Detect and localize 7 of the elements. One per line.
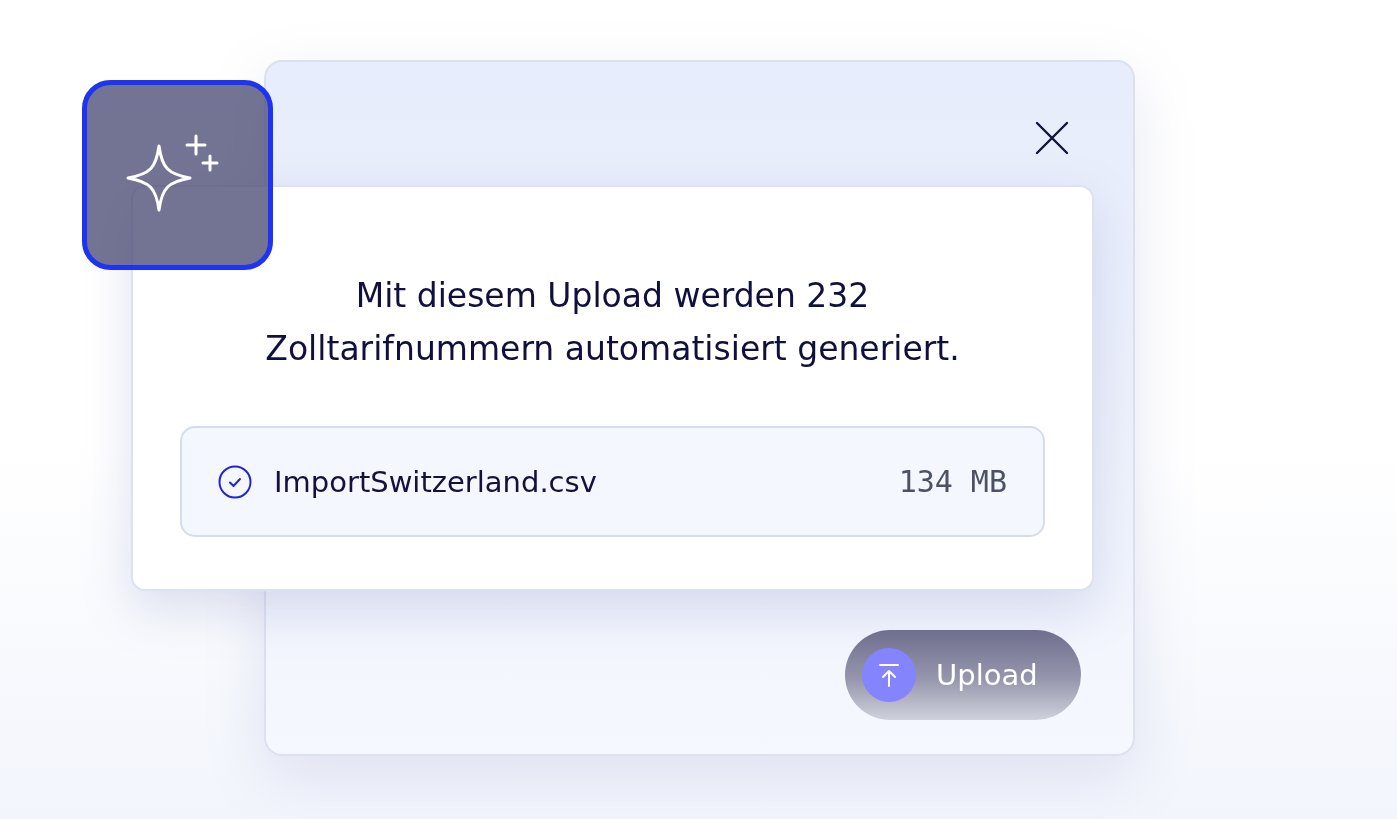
close-button[interactable] (1033, 119, 1071, 157)
file-size: 134 MB (898, 464, 1007, 499)
upload-icon (862, 648, 916, 702)
dialog-message: Mit diesem Upload werden 232 Zolltarifnummern automatisiert generiert. (264, 275, 961, 370)
upload-button[interactable]: Upload (845, 630, 1081, 720)
close-icon (1035, 121, 1069, 155)
file-name: ImportSwitzerland.csv (274, 464, 597, 499)
